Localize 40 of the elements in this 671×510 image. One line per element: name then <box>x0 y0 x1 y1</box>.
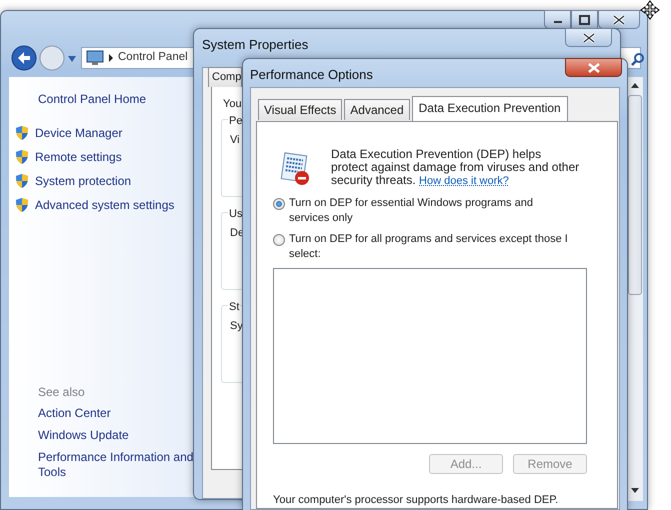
scroll-down-icon[interactable] <box>631 488 639 493</box>
close-icon <box>588 62 600 72</box>
section-heading: See also <box>38 384 86 401</box>
tab[interactable]: Comp <box>208 67 242 86</box>
close-icon <box>582 32 594 42</box>
close-button[interactable] <box>598 10 640 29</box>
shield-icon <box>15 173 29 189</box>
radio-button[interactable] <box>273 198 285 210</box>
option-label[interactable]: Turn on DEP for essential Windows programs and services only <box>289 196 574 226</box>
shield-icon <box>15 125 29 141</box>
close-button[interactable] <box>565 58 622 77</box>
task-link[interactable]: Remote settings <box>35 148 122 166</box>
search-icon <box>631 52 645 66</box>
shield-icon <box>15 197 29 213</box>
minimize-button[interactable] <box>544 10 571 29</box>
shield-icon <box>15 149 29 165</box>
close-button[interactable] <box>565 28 612 47</box>
window-title: Performance Options <box>250 66 373 84</box>
description-text: Data Execution Prevention (DEP) helps protect against damage from viruses and other security threats. How does it work? <box>331 148 580 188</box>
computer-icon <box>86 50 104 66</box>
scrollbar-thumb[interactable] <box>628 95 642 295</box>
maximize-button[interactable] <box>571 10 598 29</box>
task-link[interactable]: System protection <box>35 172 132 190</box>
chevron-icon[interactable] <box>108 54 114 62</box>
tab[interactable]: Data Execution Prevention <box>412 96 568 121</box>
option-label[interactable]: Turn on DEP for all programs and services except those I select: <box>289 232 574 262</box>
task-link[interactable]: Advanced system settings <box>35 196 174 214</box>
move-cursor-icon <box>640 0 660 20</box>
dropdown-icon[interactable] <box>67 55 77 63</box>
close-icon <box>613 14 625 24</box>
radio-button[interactable] <box>273 234 285 246</box>
status-text: Your computer's processor supports hardware-based DEP. <box>273 493 560 508</box>
maximize-icon <box>579 14 590 24</box>
scroll-up-icon[interactable] <box>631 83 639 88</box>
tab[interactable]: Visual Effects <box>258 99 342 120</box>
task-link[interactable]: Device Manager <box>35 124 122 142</box>
help-link[interactable]: How does it work? <box>419 175 509 187</box>
window-title: System Properties <box>202 36 308 54</box>
tab[interactable]: Advanced <box>344 99 410 120</box>
back-button[interactable] <box>11 45 37 71</box>
